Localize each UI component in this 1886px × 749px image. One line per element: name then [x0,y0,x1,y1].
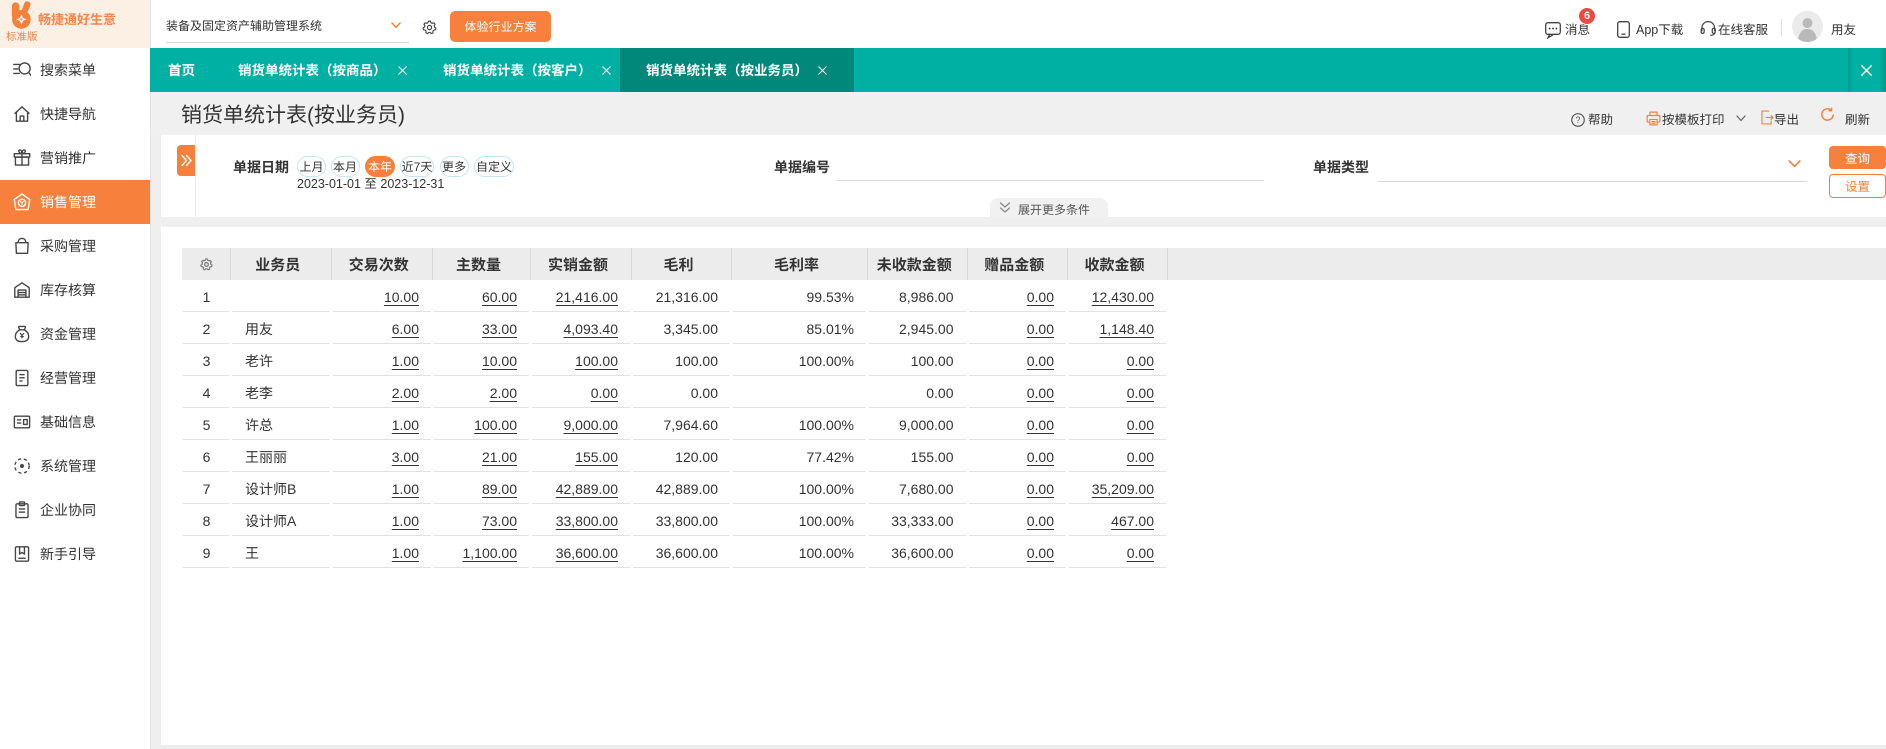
svg-text:?: ? [1576,115,1581,125]
